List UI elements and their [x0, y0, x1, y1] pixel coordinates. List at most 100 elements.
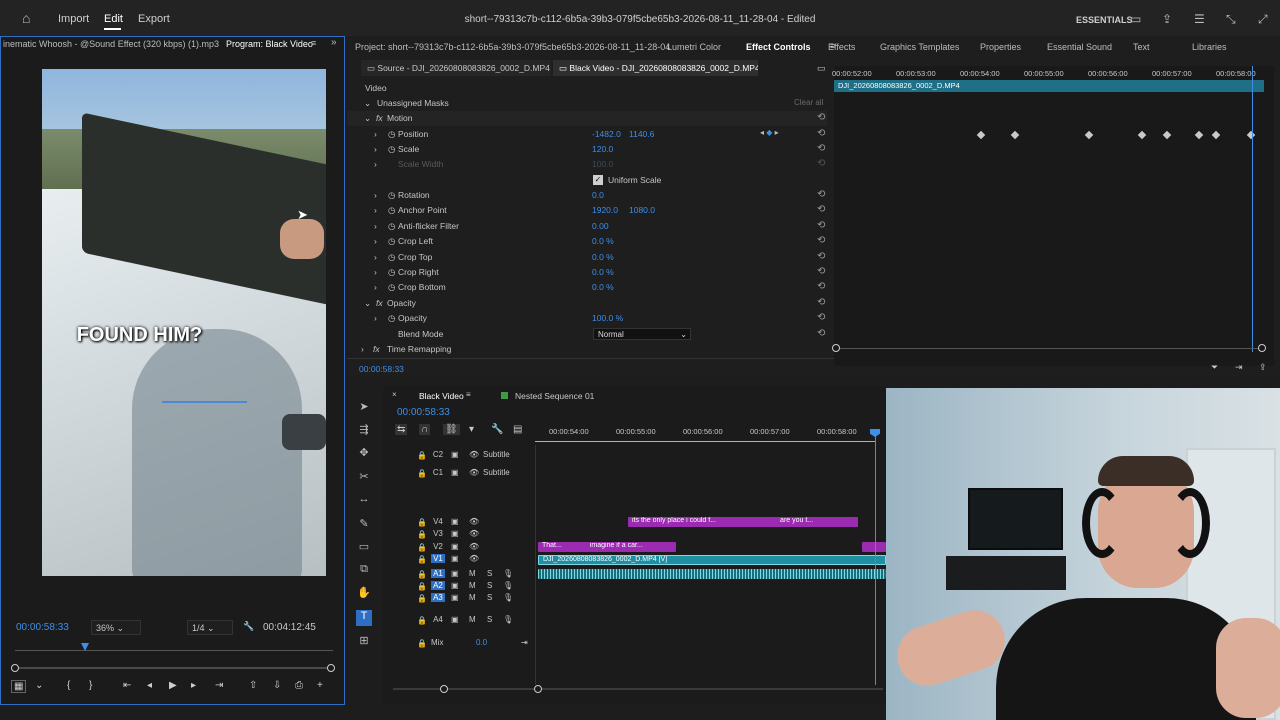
eye-icon[interactable]: 👁: [469, 542, 479, 551]
ec-zoom-handle-left[interactable]: [832, 344, 840, 352]
reset-motion-icon[interactable]: ⟲: [817, 112, 825, 123]
program-ruler[interactable]: [15, 643, 333, 651]
audio-clip-tab[interactable]: inematic Whoosh - @Sound Effect (320 kbp…: [3, 39, 221, 49]
effect-controls-zoom-bar[interactable]: [834, 348, 1264, 349]
program-video-frame[interactable]: FOUND HIM?: [42, 69, 326, 576]
property-row[interactable]: › ◷ Position -1482.0 1140.6 ⟲: [347, 127, 827, 142]
reset-property-icon[interactable]: ⟲: [817, 328, 825, 339]
program-tab[interactable]: Program: Black Video: [226, 39, 313, 49]
mix-end-icon[interactable]: ⇥: [521, 638, 528, 647]
expand-panels-icon[interactable]: »: [331, 37, 337, 48]
property-row[interactable]: › ◷ Crop Right 0.0 % ⟲: [347, 265, 827, 280]
reset-property-icon[interactable]: ⟲: [817, 251, 825, 262]
motion-row[interactable]: ⌄ fx Motion ⟲: [347, 111, 827, 126]
add-marker-icon[interactable]: ▾: [469, 424, 474, 435]
property-value-2[interactable]: 1080.0: [629, 205, 655, 215]
wrench-icon[interactable]: 🔧: [243, 621, 254, 632]
track-target[interactable]: A1: [431, 569, 445, 578]
solo-button[interactable]: S: [487, 615, 492, 624]
lock-icon[interactable]: 🔒: [417, 543, 427, 552]
sync-lock-icon[interactable]: ▣: [451, 450, 459, 459]
reset-property-icon[interactable]: ⟲: [817, 312, 825, 323]
expand-property-icon[interactable]: ›: [374, 221, 377, 231]
lock-icon[interactable]: 🔒: [417, 451, 427, 460]
tab-properties[interactable]: Properties: [980, 42, 1021, 52]
export-tab[interactable]: Export: [138, 13, 170, 25]
effect-controls-ruler[interactable]: 00:00:52:00 00:00:53:00 00:00:54:00 00:00:5…: [832, 66, 1274, 80]
uniform-scale-checkbox[interactable]: ✓: [593, 175, 603, 185]
keyframe[interactable]: [1246, 130, 1256, 140]
property-value-1[interactable]: 0.0 %: [592, 252, 614, 262]
position-guide-line[interactable]: [162, 401, 247, 403]
property-row[interactable]: › ◷ Anchor Point 1920.0 1080.0 ⟲: [347, 203, 827, 218]
workspace-label[interactable]: ESSENTIALS: [1076, 15, 1133, 25]
import-tab[interactable]: Import: [58, 13, 89, 25]
project-tab[interactable]: Project: short--79313c7b-c112-6b5a-39b3-…: [355, 42, 670, 52]
microphone-icon[interactable]: 🎙: [503, 615, 513, 624]
collapse-opacity-icon[interactable]: ⌄: [364, 298, 371, 309]
timeline-playhead-line[interactable]: [875, 433, 876, 685]
stopwatch-icon[interactable]: ◷: [388, 267, 395, 278]
eye-icon[interactable]: 👁: [469, 450, 479, 459]
stopwatch-icon[interactable]: ◷: [388, 236, 395, 247]
mute-button[interactable]: M: [469, 615, 476, 624]
prev-keyframe-icon[interactable]: ◂: [760, 128, 764, 137]
solo-button[interactable]: S: [487, 569, 492, 578]
expand-property-icon[interactable]: ›: [374, 267, 377, 277]
stopwatch-icon[interactable]: ◷: [388, 190, 395, 201]
property-row[interactable]: › ◷ Crop Left 0.0 % ⟲: [347, 234, 827, 249]
property-row[interactable]: › ◷ Crop Top 0.0 % ⟲: [347, 250, 827, 265]
keyframe[interactable]: [1194, 130, 1204, 140]
expand-property-icon[interactable]: ›: [374, 159, 377, 169]
dropdown-icon[interactable]: ⌄: [35, 680, 43, 691]
scroll-handle-right[interactable]: [327, 664, 335, 672]
property-row[interactable]: › ◷ Scale 120.0 ⟲: [347, 142, 827, 157]
time-remapping-row[interactable]: › fx Time Remapping: [347, 342, 827, 357]
lock-icon[interactable]: 🔒: [417, 594, 427, 603]
keyframe-navigator[interactable]: ◂ ◆ ▸: [760, 128, 779, 137]
sync-lock-icon[interactable]: ▣: [451, 569, 459, 578]
reset-property-icon[interactable]: ⟲: [817, 158, 825, 169]
slip-tool-icon[interactable]: ↔: [356, 493, 372, 509]
keyframe[interactable]: [1010, 130, 1020, 140]
lift-icon[interactable]: ⇧: [249, 680, 257, 691]
timeline-clip-v1[interactable]: DJI_20260808083826_0002_D.MP4 [V]: [538, 555, 886, 565]
workspaces-icon[interactable]: ▭: [1130, 12, 1141, 26]
stopwatch-icon[interactable]: ◷: [388, 313, 395, 324]
fx-icon[interactable]: fx: [376, 113, 383, 123]
eye-icon[interactable]: 👁: [469, 517, 479, 526]
keyframe[interactable]: [976, 130, 986, 140]
keyframe[interactable]: [1137, 130, 1147, 140]
expand-property-icon[interactable]: ›: [374, 190, 377, 200]
toggle-timeline-icon[interactable]: ▭: [817, 63, 826, 74]
share-icon[interactable]: ⇪: [1162, 12, 1172, 26]
sync-lock-icon[interactable]: ▣: [451, 468, 459, 477]
property-value-1[interactable]: 0.0 %: [592, 282, 614, 292]
reset-opacity-icon[interactable]: ⟲: [817, 297, 825, 308]
track-select-icon[interactable]: ⇶: [356, 423, 372, 439]
next-keyframe-icon[interactable]: ▸: [775, 128, 779, 137]
keyframe[interactable]: [1162, 130, 1172, 140]
property-value-1[interactable]: 0.0: [592, 190, 604, 200]
expand-property-icon[interactable]: ›: [374, 205, 377, 215]
sequence-tab-black-video[interactable]: Black Video: [419, 391, 464, 401]
track-target[interactable]: V4: [431, 517, 445, 526]
stopwatch-icon[interactable]: ◷: [388, 221, 395, 232]
property-value-1[interactable]: 0.0 %: [592, 236, 614, 246]
program-timecode[interactable]: 00:00:58:33: [16, 622, 69, 633]
timeline-clip-v2[interactable]: That... imagine if a car...: [538, 542, 676, 552]
expand-time-remap-icon[interactable]: ›: [361, 344, 364, 354]
timeline-scrollbar[interactable]: [393, 688, 883, 690]
expand-property-icon[interactable]: ›: [374, 252, 377, 262]
pen-tool-icon[interactable]: ✎: [356, 517, 372, 533]
export-frame-icon[interactable]: ⎙: [295, 680, 303, 691]
linked-selection-icon[interactable]: ⛓: [443, 424, 460, 435]
sync-lock-icon[interactable]: ▣: [451, 517, 459, 526]
clear-all-button[interactable]: Clear all: [794, 98, 823, 107]
export-icon[interactable]: ⇪: [1259, 362, 1267, 373]
solo-button[interactable]: S: [487, 593, 492, 602]
property-value-1[interactable]: 0.00: [592, 221, 609, 231]
shape-tool-icon[interactable]: ⧉: [356, 563, 372, 579]
collapse-motion-icon[interactable]: ⌄: [364, 113, 371, 124]
mute-button[interactable]: M: [469, 593, 476, 602]
